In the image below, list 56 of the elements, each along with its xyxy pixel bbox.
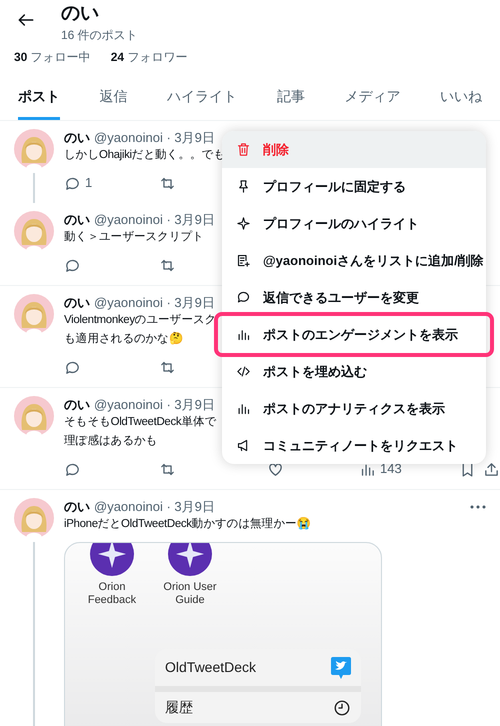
menu-row[interactable]: 履歴 bbox=[155, 686, 361, 723]
code-icon bbox=[236, 364, 251, 379]
handle-date: @yaonoinoi · 3月9日 bbox=[94, 498, 215, 515]
post-text: iPhoneだとOldTweetDeck動かすのは無理かー😭 bbox=[64, 516, 310, 532]
tab[interactable]: 記事 bbox=[276, 86, 305, 120]
app-label: Orion Feedback bbox=[86, 581, 138, 607]
tab[interactable]: メディア bbox=[344, 86, 400, 120]
menu-item[interactable]: 削除 bbox=[222, 131, 486, 168]
menu-item[interactable]: 返信できるユーザーを変更 bbox=[222, 279, 486, 316]
follow-stat[interactable]: 24 フォロワー bbox=[110, 48, 188, 66]
author-name: のい bbox=[64, 498, 90, 515]
speech-bubble-icon bbox=[236, 290, 251, 305]
more-icon[interactable] bbox=[470, 504, 486, 508]
sparkle-icon bbox=[236, 216, 251, 231]
menu-row[interactable]: OldTweetDeck bbox=[155, 649, 361, 686]
author-name: のい bbox=[64, 396, 90, 413]
handle-date: @yaonoinoi · 3月9日 bbox=[94, 129, 215, 146]
profile-name: のい bbox=[61, 2, 100, 26]
menu-item[interactable]: ポストのアナリティクスを表示 bbox=[222, 390, 486, 427]
post-text: Violentmonkeyのユーザースク も適用されるのかな🤔 bbox=[64, 313, 216, 347]
share-icon bbox=[483, 460, 500, 478]
avatar bbox=[14, 129, 54, 169]
follow-stat[interactable]: 30 フォロー中 bbox=[14, 48, 91, 66]
menu-item[interactable]: @yaonoinoiさんをリストに追加/削除 bbox=[222, 242, 486, 279]
app-icon bbox=[167, 543, 213, 577]
post-text: そもそもOldTweetDeck単体で 理ぽ感はあるかも bbox=[64, 414, 216, 449]
post-text: 動く＞ユーザースクリプト bbox=[64, 229, 204, 245]
author-name: のい bbox=[64, 129, 90, 146]
menu-item[interactable]: プロフィールに固定する bbox=[222, 168, 486, 205]
pin-icon bbox=[236, 179, 251, 194]
avatar bbox=[14, 396, 54, 436]
trash-icon bbox=[236, 142, 251, 157]
handle-date: @yaonoinoi · 3月9日 bbox=[94, 211, 215, 228]
bird-icon bbox=[331, 656, 351, 678]
clock-icon bbox=[333, 698, 351, 716]
author-name: のい bbox=[64, 211, 90, 228]
tab[interactable]: ハイライト bbox=[167, 86, 238, 120]
bar-chart-icon bbox=[236, 327, 251, 342]
tab[interactable]: 返信 bbox=[100, 86, 128, 120]
menu-item[interactable]: ポストを埋め込む bbox=[222, 353, 486, 390]
avatar bbox=[14, 294, 54, 334]
author-name: のい bbox=[64, 294, 90, 311]
post-count: 16 件のポスト bbox=[61, 27, 138, 44]
avatar bbox=[14, 498, 54, 538]
count: 1 bbox=[85, 174, 92, 192]
app-icon bbox=[89, 543, 135, 577]
tab[interactable]: ポスト bbox=[18, 86, 60, 120]
list-add-icon bbox=[236, 253, 251, 268]
handle-date: @yaonoinoi · 3月9日 bbox=[94, 294, 215, 311]
menu-item[interactable]: ポストのエンゲージメントを表示 bbox=[218, 316, 490, 353]
bar-chart-icon bbox=[236, 401, 251, 416]
avatar bbox=[14, 211, 54, 251]
menu-item[interactable]: プロフィールのハイライト bbox=[222, 205, 486, 242]
app-label: Orion User Guide bbox=[162, 581, 218, 607]
handle-date: @yaonoinoi · 3月9日 bbox=[94, 396, 215, 413]
tab[interactable]: いいね bbox=[440, 86, 482, 120]
